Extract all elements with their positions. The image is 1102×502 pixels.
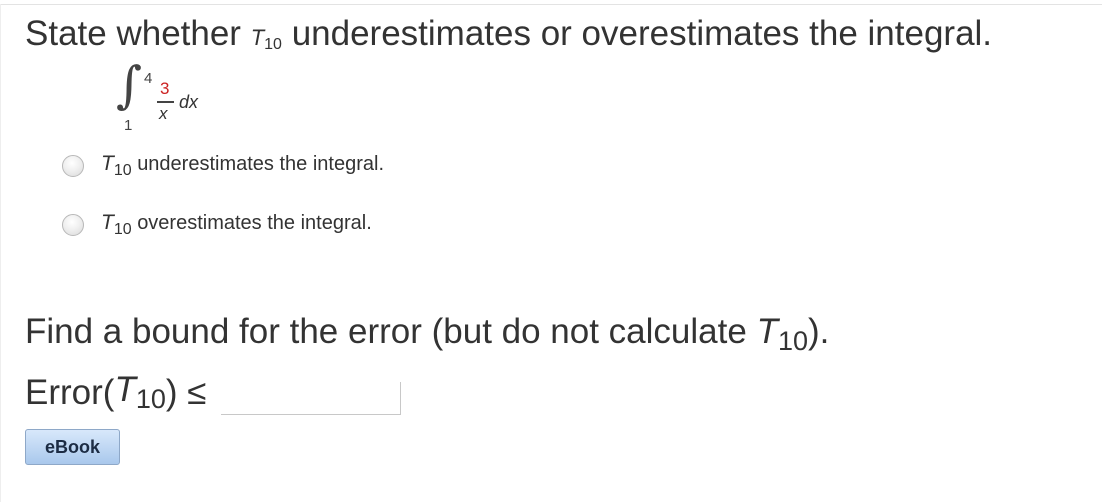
option-label: underestimates the integral. [137,153,384,175]
top-divider [0,4,1102,5]
integral-sign: ∫ [116,56,143,114]
question-suffix: underestimates or overestimates the inte… [291,14,993,53]
error-suffix: ) ≤ [165,372,207,412]
t10-symbol: T10 [756,312,808,356]
option-overestimates-text: T10 overestimates the integral. [101,211,372,239]
option-overestimates[interactable]: T10 overestimates the integral. [62,210,372,240]
radio-overestimates[interactable] [62,214,84,236]
error-bound-label: Error(T10) ≤ [25,370,206,415]
option-underestimates-text: T10 underestimates the integral. [101,152,384,180]
bound-question-suffix: ). [808,312,830,351]
left-divider [0,4,1,502]
option-label: overestimates the integral. [137,212,372,234]
integral-upper-limit: 4 [144,70,153,87]
integral-expression: ∫ 4 1 3 x dx [112,60,222,136]
fraction-bar [157,101,174,103]
t10-symbol: T10 [101,211,132,238]
bound-question-text: Find a bound for the error (but do not c… [25,312,829,357]
t10-symbol: T10 [114,370,166,414]
integral-lower-limit: 1 [124,117,133,134]
ebook-button[interactable]: eBook [25,429,120,465]
radio-underestimates[interactable] [62,155,84,177]
error-prefix: Error( [25,372,115,412]
t10-symbol: T10 [101,152,132,179]
question-prefix: State whether [25,14,241,53]
integral-differential: dx [179,92,199,112]
bound-question-prefix: Find a bound for the error (but do not c… [25,312,747,351]
option-underestimates[interactable]: T10 underestimates the integral. [62,151,384,181]
integrand-denominator: x [159,104,168,123]
error-bound-input[interactable] [221,382,401,415]
t10-symbol: T10 [250,25,282,53]
question-text: State whether T10 underestimates or over… [25,14,992,54]
integrand-numerator: 3 [160,79,170,98]
